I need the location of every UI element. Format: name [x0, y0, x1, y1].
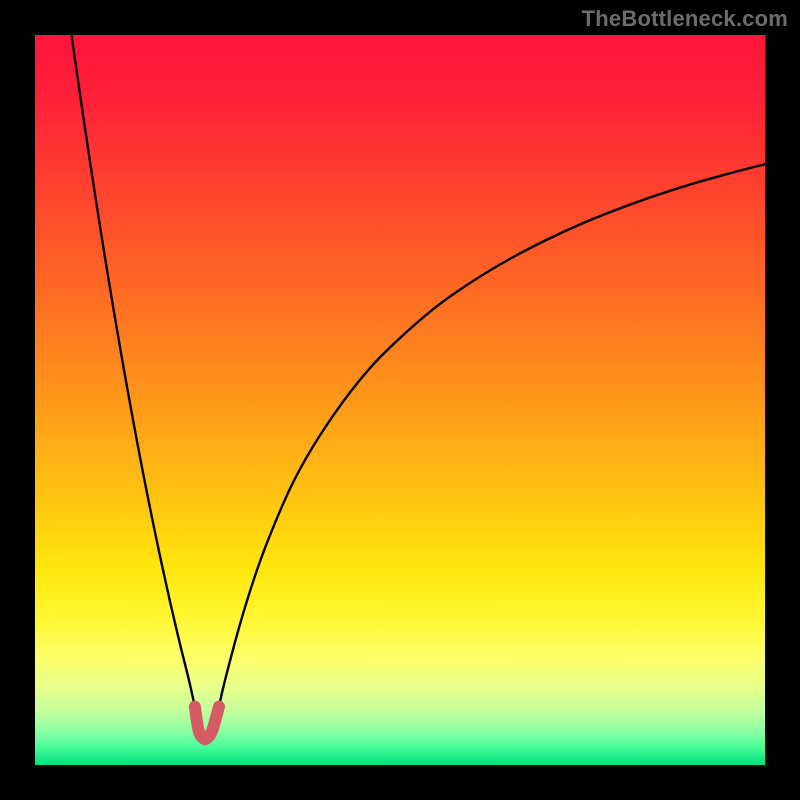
chart-frame: TheBottleneck.com [0, 0, 800, 800]
curve-left-branch [72, 35, 195, 707]
curve-right-branch [219, 164, 765, 706]
u-bottom-marker [195, 707, 219, 739]
watermark-text: TheBottleneck.com [582, 6, 788, 32]
plot-area [35, 35, 765, 765]
curve-layer [35, 35, 765, 765]
